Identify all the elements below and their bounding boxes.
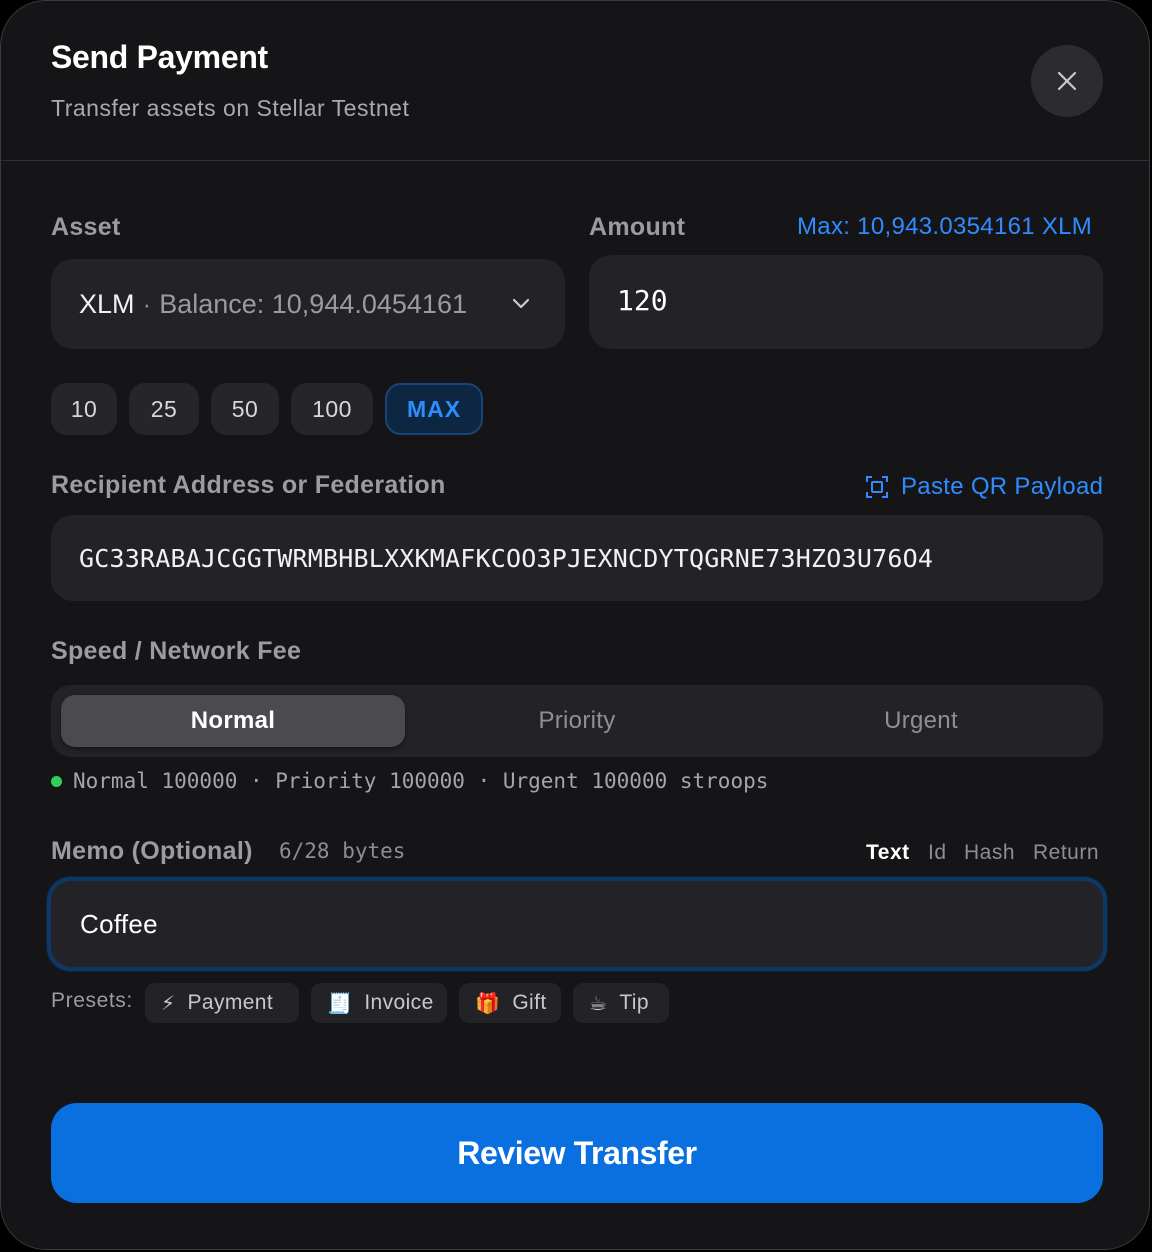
preset-label: Invoice xyxy=(364,991,434,1014)
amount-value: 120 xyxy=(617,283,668,317)
coffee-icon: ☕ xyxy=(589,991,608,1015)
memo-type-return[interactable]: Return xyxy=(1033,841,1099,865)
chevron-down-icon xyxy=(512,298,530,309)
quick-amount-max[interactable]: MAX xyxy=(385,383,483,435)
recipient-input[interactable]: GC33RABAJCGGTWRMBHBLXXKMAFKCOO3PJEXNCDYT… xyxy=(51,515,1103,601)
preset-tip[interactable]: ☕ Tip xyxy=(573,983,669,1023)
asset-code: XLM xyxy=(79,288,135,319)
fee-label: Speed / Network Fee xyxy=(51,637,302,665)
gift-icon: 🎁 xyxy=(475,991,501,1015)
page-subtitle: Transfer assets on Stellar Testnet xyxy=(51,95,410,121)
quick-amount-100[interactable]: 100 xyxy=(291,383,373,435)
memo-label: Memo (Optional) xyxy=(51,837,253,865)
review-transfer-button[interactable]: Review Transfer xyxy=(51,1103,1103,1203)
presets-label: Presets: xyxy=(51,989,133,1012)
preset-label: Payment xyxy=(187,991,274,1014)
fee-summary-text: Normal 100000 · Priority 100000 · Urgent… xyxy=(73,769,769,793)
preset-gift[interactable]: 🎁 Gift xyxy=(459,983,561,1023)
memo-input[interactable]: Coffee xyxy=(47,877,1107,971)
quick-amount-10[interactable]: 10 xyxy=(51,383,117,435)
paste-qr-label: Paste QR Payload xyxy=(901,473,1104,500)
status-dot-icon xyxy=(51,775,62,787)
preset-payment[interactable]: ⚡ Payment xyxy=(145,983,299,1023)
memo-type-text[interactable]: Text xyxy=(866,841,910,865)
preset-invoice[interactable]: 🧾 Invoice xyxy=(311,983,447,1023)
recipient-value: GC33RABAJCGGTWRMBHBLXXKMAFKCOO3PJEXNCDYT… xyxy=(79,543,934,573)
asset-label: Asset xyxy=(51,213,121,241)
amount-label: Amount xyxy=(589,213,686,241)
memo-type-hash[interactable]: Hash xyxy=(964,841,1015,865)
asset-separator: · xyxy=(142,288,152,319)
page-title: Send Payment xyxy=(51,39,268,75)
fee-option-normal[interactable]: Normal xyxy=(61,695,405,747)
receipt-icon: 🧾 xyxy=(327,991,353,1015)
amount-input[interactable]: 120 xyxy=(589,255,1103,349)
paste-qr-button[interactable]: Paste QR Payload xyxy=(865,473,1103,501)
fee-speed-selector: Normal Priority Urgent xyxy=(51,685,1103,757)
lightning-icon: ⚡ xyxy=(161,991,176,1015)
memo-value: Coffee xyxy=(80,908,158,939)
close-button[interactable] xyxy=(1031,45,1103,117)
recipient-label: Recipient Address or Federation xyxy=(51,471,446,499)
preset-label: Tip xyxy=(619,991,649,1014)
quick-amount-50[interactable]: 50 xyxy=(211,383,279,435)
qr-scan-icon xyxy=(866,476,888,498)
memo-byte-count: 6/28 bytes xyxy=(279,839,406,863)
send-payment-modal: Send Payment Transfer assets on Stellar … xyxy=(0,0,1150,1250)
close-icon xyxy=(1057,71,1077,91)
fee-option-urgent[interactable]: Urgent xyxy=(749,695,1093,747)
memo-type-id[interactable]: Id xyxy=(928,841,947,865)
asset-select[interactable]: XLM · Balance: 10,944.0454161 xyxy=(51,259,565,349)
fee-summary: Normal 100000 · Priority 100000 · Urgent… xyxy=(51,769,768,793)
quick-amount-25[interactable]: 25 xyxy=(129,383,199,435)
modal-header: Send Payment Transfer assets on Stellar … xyxy=(1,1,1149,161)
asset-balance: Balance: 10,944.0454161 xyxy=(159,288,467,319)
fee-option-priority[interactable]: Priority xyxy=(405,695,749,747)
preset-label: Gift xyxy=(512,991,547,1014)
max-amount-link[interactable]: Max: 10,943.0354161 XLM xyxy=(797,213,1092,241)
